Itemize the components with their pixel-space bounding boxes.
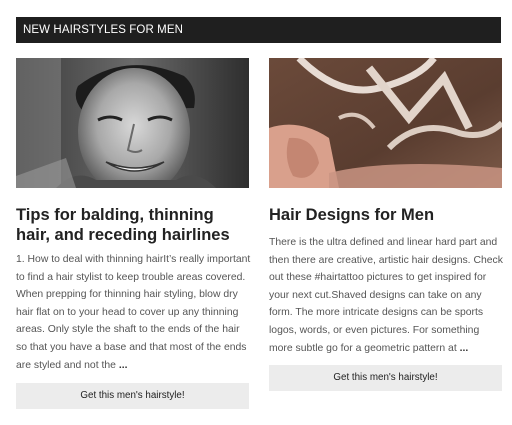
article-image-hair-design[interactable] [269,58,502,188]
article-excerpt-text: 1. How to deal with thinning hairIt’s re… [16,254,251,371]
article-excerpt: There is the ultra defined and linear ha… [269,234,505,357]
section-header: NEW HAIRSTYLES FOR MEN [16,17,501,43]
get-hairstyle-button[interactable]: Get this men's hairstyle! [16,383,249,409]
article-title[interactable]: Hair Designs for Men [269,205,502,225]
excerpt-ellipsis: ... [459,342,469,354]
article-excerpt-text: There is the ultra defined and linear ha… [269,237,503,354]
article-title[interactable]: Tips for balding, thinning hair, and rec… [16,205,249,245]
excerpt-ellipsis: ... [118,359,128,371]
article-excerpt: 1. How to deal with thinning hairIt’s re… [16,251,252,374]
section-title: NEW HAIRSTYLES FOR MEN [23,24,184,36]
article-image-portrait[interactable] [16,58,249,188]
article-card-hair-designs: Hair Designs for Men There is the ultra … [269,58,503,391]
get-hairstyle-button[interactable]: Get this men's hairstyle! [269,365,502,391]
article-card-balding: Tips for balding, thinning hair, and rec… [16,58,250,409]
